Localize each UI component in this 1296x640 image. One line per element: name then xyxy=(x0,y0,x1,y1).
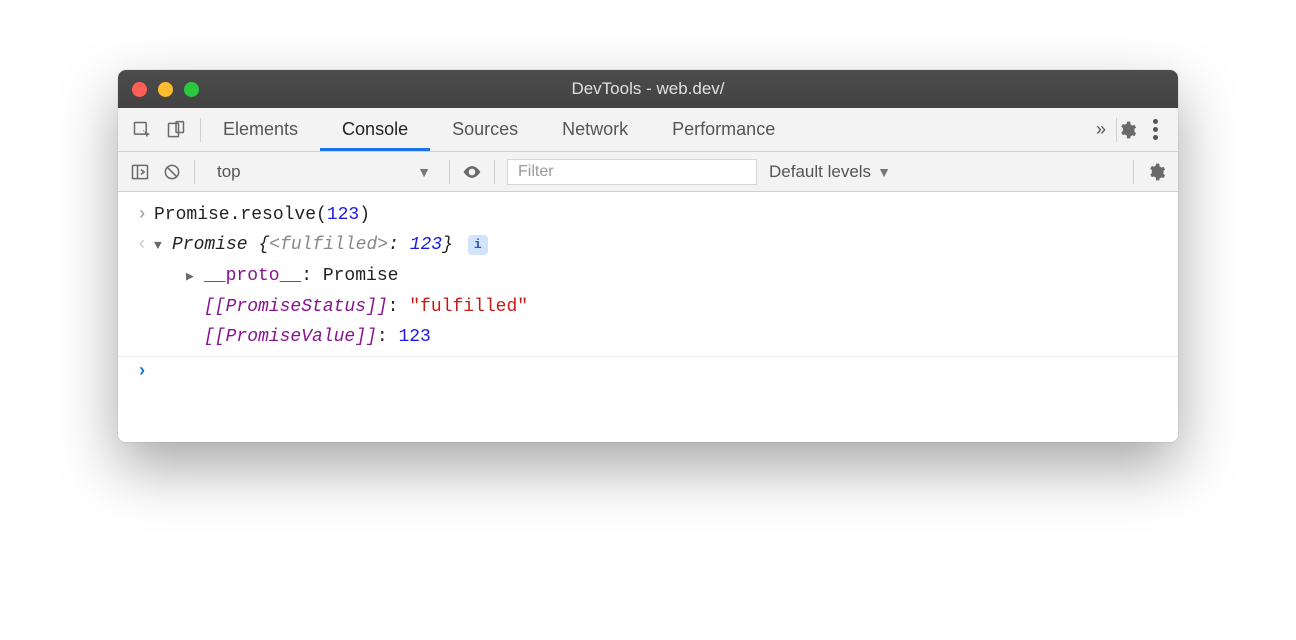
property-key: __proto__ xyxy=(204,266,301,286)
log-levels-label: Default levels xyxy=(769,162,871,182)
separator xyxy=(449,160,450,184)
tab-elements[interactable]: Elements xyxy=(201,108,320,151)
console-result-row: ‹ ▼Promise {<fulfilled>: 123} i ▶__proto… xyxy=(118,230,1178,352)
separator xyxy=(194,160,195,184)
tabs-overflow-icon[interactable]: » xyxy=(1086,119,1116,140)
angle: < xyxy=(269,235,280,255)
live-expression-icon[interactable] xyxy=(462,162,482,182)
state-text: fulfilled xyxy=(280,235,377,255)
console-toolbar: top ▼ Default levels ▼ xyxy=(118,152,1178,192)
tree-toggle-collapsed-icon[interactable]: ▶ xyxy=(186,262,204,292)
prompt-chevron-icon: › xyxy=(130,357,154,387)
tab-console[interactable]: Console xyxy=(320,108,430,151)
tabs: ElementsConsoleSourcesNetworkPerformance xyxy=(201,108,1086,151)
tab-performance[interactable]: Performance xyxy=(650,108,797,151)
tab-network[interactable]: Network xyxy=(540,108,650,151)
titlebar: DevTools - web.dev/ xyxy=(118,70,1178,108)
sep: : xyxy=(377,327,399,347)
window-title: DevTools - web.dev/ xyxy=(118,79,1178,99)
property-key: [[PromiseStatus]] xyxy=(204,297,388,317)
code-number: 123 xyxy=(327,205,359,225)
separator xyxy=(1133,160,1134,184)
panel-tabstrip: ElementsConsoleSourcesNetworkPerformance… xyxy=(118,108,1178,152)
devtools-window: DevTools - web.dev/ ElementsConsoleSourc… xyxy=(118,70,1178,442)
window-minimize-button[interactable] xyxy=(158,82,173,97)
execution-context-select[interactable]: top ▼ xyxy=(207,162,437,182)
brace: { xyxy=(258,235,269,255)
dropdown-caret-icon: ▼ xyxy=(877,164,891,180)
tab-sources[interactable]: Sources xyxy=(430,108,540,151)
dropdown-caret-icon: ▼ xyxy=(417,164,431,180)
property-key: [[PromiseValue]] xyxy=(204,327,377,347)
more-menu-icon[interactable] xyxy=(1147,119,1164,140)
tree-toggle-expanded-icon[interactable]: ▼ xyxy=(154,231,172,261)
code-text: Promise.resolve( xyxy=(154,205,327,225)
filter-input[interactable] xyxy=(507,159,757,185)
sep: : xyxy=(388,235,410,255)
console-input-echo-row: › Promise.resolve(123) xyxy=(118,200,1178,230)
settings-gear-icon[interactable] xyxy=(1117,120,1137,140)
console-sidebar-toggle-icon[interactable] xyxy=(130,162,150,182)
inspect-element-icon[interactable] xyxy=(132,120,152,140)
execution-context-label: top xyxy=(217,162,241,182)
traffic-lights xyxy=(118,82,199,97)
console-body: › Promise.resolve(123) ‹ ▼Promise {<fulf… xyxy=(118,192,1178,442)
object-property-row[interactable]: [[PromiseValue]]: 123 xyxy=(186,322,1166,352)
brace: } xyxy=(442,235,453,255)
value-number: 123 xyxy=(410,235,442,255)
log-levels-select[interactable]: Default levels ▼ xyxy=(769,162,891,182)
object-type: Promise xyxy=(172,235,248,255)
output-chevron-icon: ‹ xyxy=(130,230,154,260)
property-value: Promise xyxy=(323,266,399,286)
window-zoom-button[interactable] xyxy=(184,82,199,97)
sep: : xyxy=(301,266,323,286)
angle: > xyxy=(377,235,388,255)
console-prompt-row[interactable]: › xyxy=(118,357,1178,387)
object-property-row[interactable]: [[PromiseStatus]]: "fulfilled" xyxy=(186,292,1166,322)
property-value: "fulfilled" xyxy=(409,297,528,317)
clear-console-icon[interactable] xyxy=(162,162,182,182)
info-badge-icon[interactable]: i xyxy=(468,235,488,255)
code-text: ) xyxy=(359,205,370,225)
object-properties: ▶__proto__: Promise[[PromiseStatus]]: "f… xyxy=(154,261,1166,352)
object-property-row[interactable]: ▶__proto__: Promise xyxy=(186,261,1166,292)
console-settings-gear-icon[interactable] xyxy=(1146,162,1166,182)
device-toolbar-icon[interactable] xyxy=(166,120,186,140)
sep: : xyxy=(388,297,410,317)
window-close-button[interactable] xyxy=(132,82,147,97)
separator xyxy=(494,160,495,184)
property-value: 123 xyxy=(398,327,430,347)
input-chevron-icon: › xyxy=(130,200,154,230)
